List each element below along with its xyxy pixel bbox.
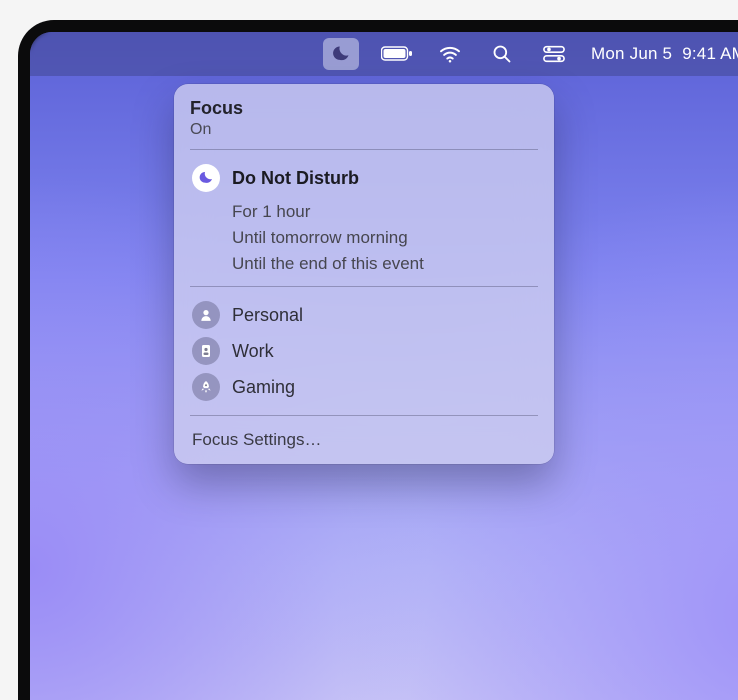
focus-popover-status: On xyxy=(190,121,538,139)
divider xyxy=(190,415,538,416)
focus-mode-do-not-disturb[interactable]: Do Not Disturb xyxy=(190,160,538,196)
divider xyxy=(190,149,538,150)
laptop-bezel: Mon Jun 5 9:41 AM Focus On Do Not Distur… xyxy=(18,20,738,700)
dnd-option-event[interactable]: Until the end of this event xyxy=(232,252,538,276)
search-icon xyxy=(492,44,512,64)
spotlight-button[interactable] xyxy=(487,38,517,70)
focus-popover: Focus On Do Not Disturb For 1 hour Until… xyxy=(174,84,554,464)
focus-mode-work[interactable]: Work xyxy=(190,333,538,369)
menu-clock[interactable]: Mon Jun 5 9:41 AM xyxy=(591,38,738,70)
wifi-icon xyxy=(439,45,461,63)
focus-settings-link[interactable]: Focus Settings… xyxy=(190,426,538,452)
person-icon xyxy=(192,301,220,329)
focus-mode-label: Work xyxy=(232,341,274,362)
moon-icon xyxy=(192,164,220,192)
desktop-screen: Mon Jun 5 9:41 AM Focus On Do Not Distur… xyxy=(30,32,738,700)
control-center-icon xyxy=(543,45,565,63)
focus-mode-label: Do Not Disturb xyxy=(232,168,359,189)
focus-mode-label: Gaming xyxy=(232,377,295,398)
focus-mode-gaming[interactable]: Gaming xyxy=(190,369,538,405)
focus-menu-button[interactable] xyxy=(323,38,359,70)
moon-icon xyxy=(331,44,351,64)
menu-date: Mon Jun 5 xyxy=(591,44,672,64)
battery-status[interactable] xyxy=(381,38,413,70)
focus-popover-title: Focus xyxy=(190,98,538,119)
wifi-status[interactable] xyxy=(435,38,465,70)
dnd-duration-options: For 1 hour Until tomorrow morning Until … xyxy=(190,200,538,276)
focus-mode-personal[interactable]: Personal xyxy=(190,297,538,333)
divider xyxy=(190,286,538,287)
badge-icon xyxy=(192,337,220,365)
focus-mode-label: Personal xyxy=(232,305,303,326)
dnd-option-tomorrow[interactable]: Until tomorrow morning xyxy=(232,226,538,250)
battery-icon xyxy=(381,46,413,62)
menu-time: 9:41 AM xyxy=(682,44,738,64)
rocket-icon xyxy=(192,373,220,401)
menu-bar: Mon Jun 5 9:41 AM xyxy=(30,32,738,76)
dnd-option-hour[interactable]: For 1 hour xyxy=(232,200,538,224)
control-center-button[interactable] xyxy=(539,38,569,70)
